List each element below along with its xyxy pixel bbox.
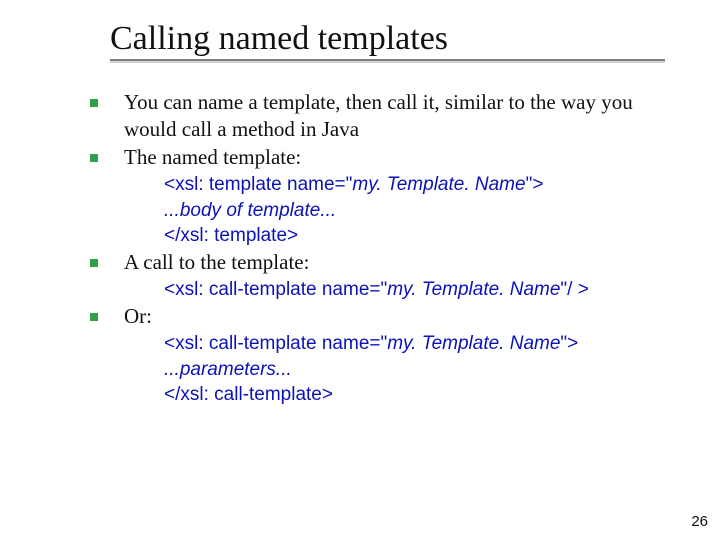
code-suffix: "/ > [560, 279, 588, 300]
code-line: <xsl: call-template name="my. Template. … [164, 277, 690, 303]
bullet-icon [90, 154, 98, 162]
slide-content: You can name a template, then call it, s… [90, 89, 690, 408]
code-ital: ...parameters... [164, 359, 292, 380]
bullet-text: A call to the template: [124, 249, 690, 275]
bullet-item: You can name a template, then call it, s… [90, 89, 690, 142]
page-number: 26 [691, 513, 708, 530]
code-ital: my. Template. Name [387, 333, 560, 354]
bullet-item: Or: [90, 303, 690, 329]
bullet-icon [90, 259, 98, 267]
code-line: ...body of template... [164, 198, 690, 224]
code-suffix: "> [526, 174, 544, 195]
bullet-item: A call to the template: [90, 249, 690, 275]
code-prefix: </xsl: template> [164, 225, 298, 246]
bullet-icon [90, 99, 98, 107]
code-prefix: <xsl: call-template name=" [164, 279, 387, 300]
code-prefix: <xsl: call-template name=" [164, 333, 387, 354]
bullet-icon [90, 313, 98, 321]
bullet-text: The named template: [124, 144, 690, 170]
title-block: Calling named templates [110, 20, 690, 61]
bullet-text: Or: [124, 303, 690, 329]
code-line: ...parameters... [164, 357, 690, 383]
code-line: <xsl: template name="my. Template. Name"… [164, 172, 690, 198]
bullet-item: The named template: [90, 144, 690, 170]
bullet-text: You can name a template, then call it, s… [124, 89, 690, 142]
slide-title: Calling named templates [110, 20, 690, 57]
code-line: </xsl: template> [164, 223, 690, 249]
code-line: </xsl: call-template> [164, 382, 690, 408]
code-line: <xsl: call-template name="my. Template. … [164, 331, 690, 357]
code-ital: ...body of template... [164, 200, 336, 221]
slide: Calling named templates You can name a t… [0, 0, 720, 540]
code-prefix: </xsl: call-template> [164, 384, 333, 405]
code-ital: my. Template. Name [352, 174, 525, 195]
code-ital: my. Template. Name [387, 279, 560, 300]
code-suffix: "> [560, 333, 578, 354]
code-prefix: <xsl: template name=" [164, 174, 352, 195]
title-underline [110, 59, 665, 61]
